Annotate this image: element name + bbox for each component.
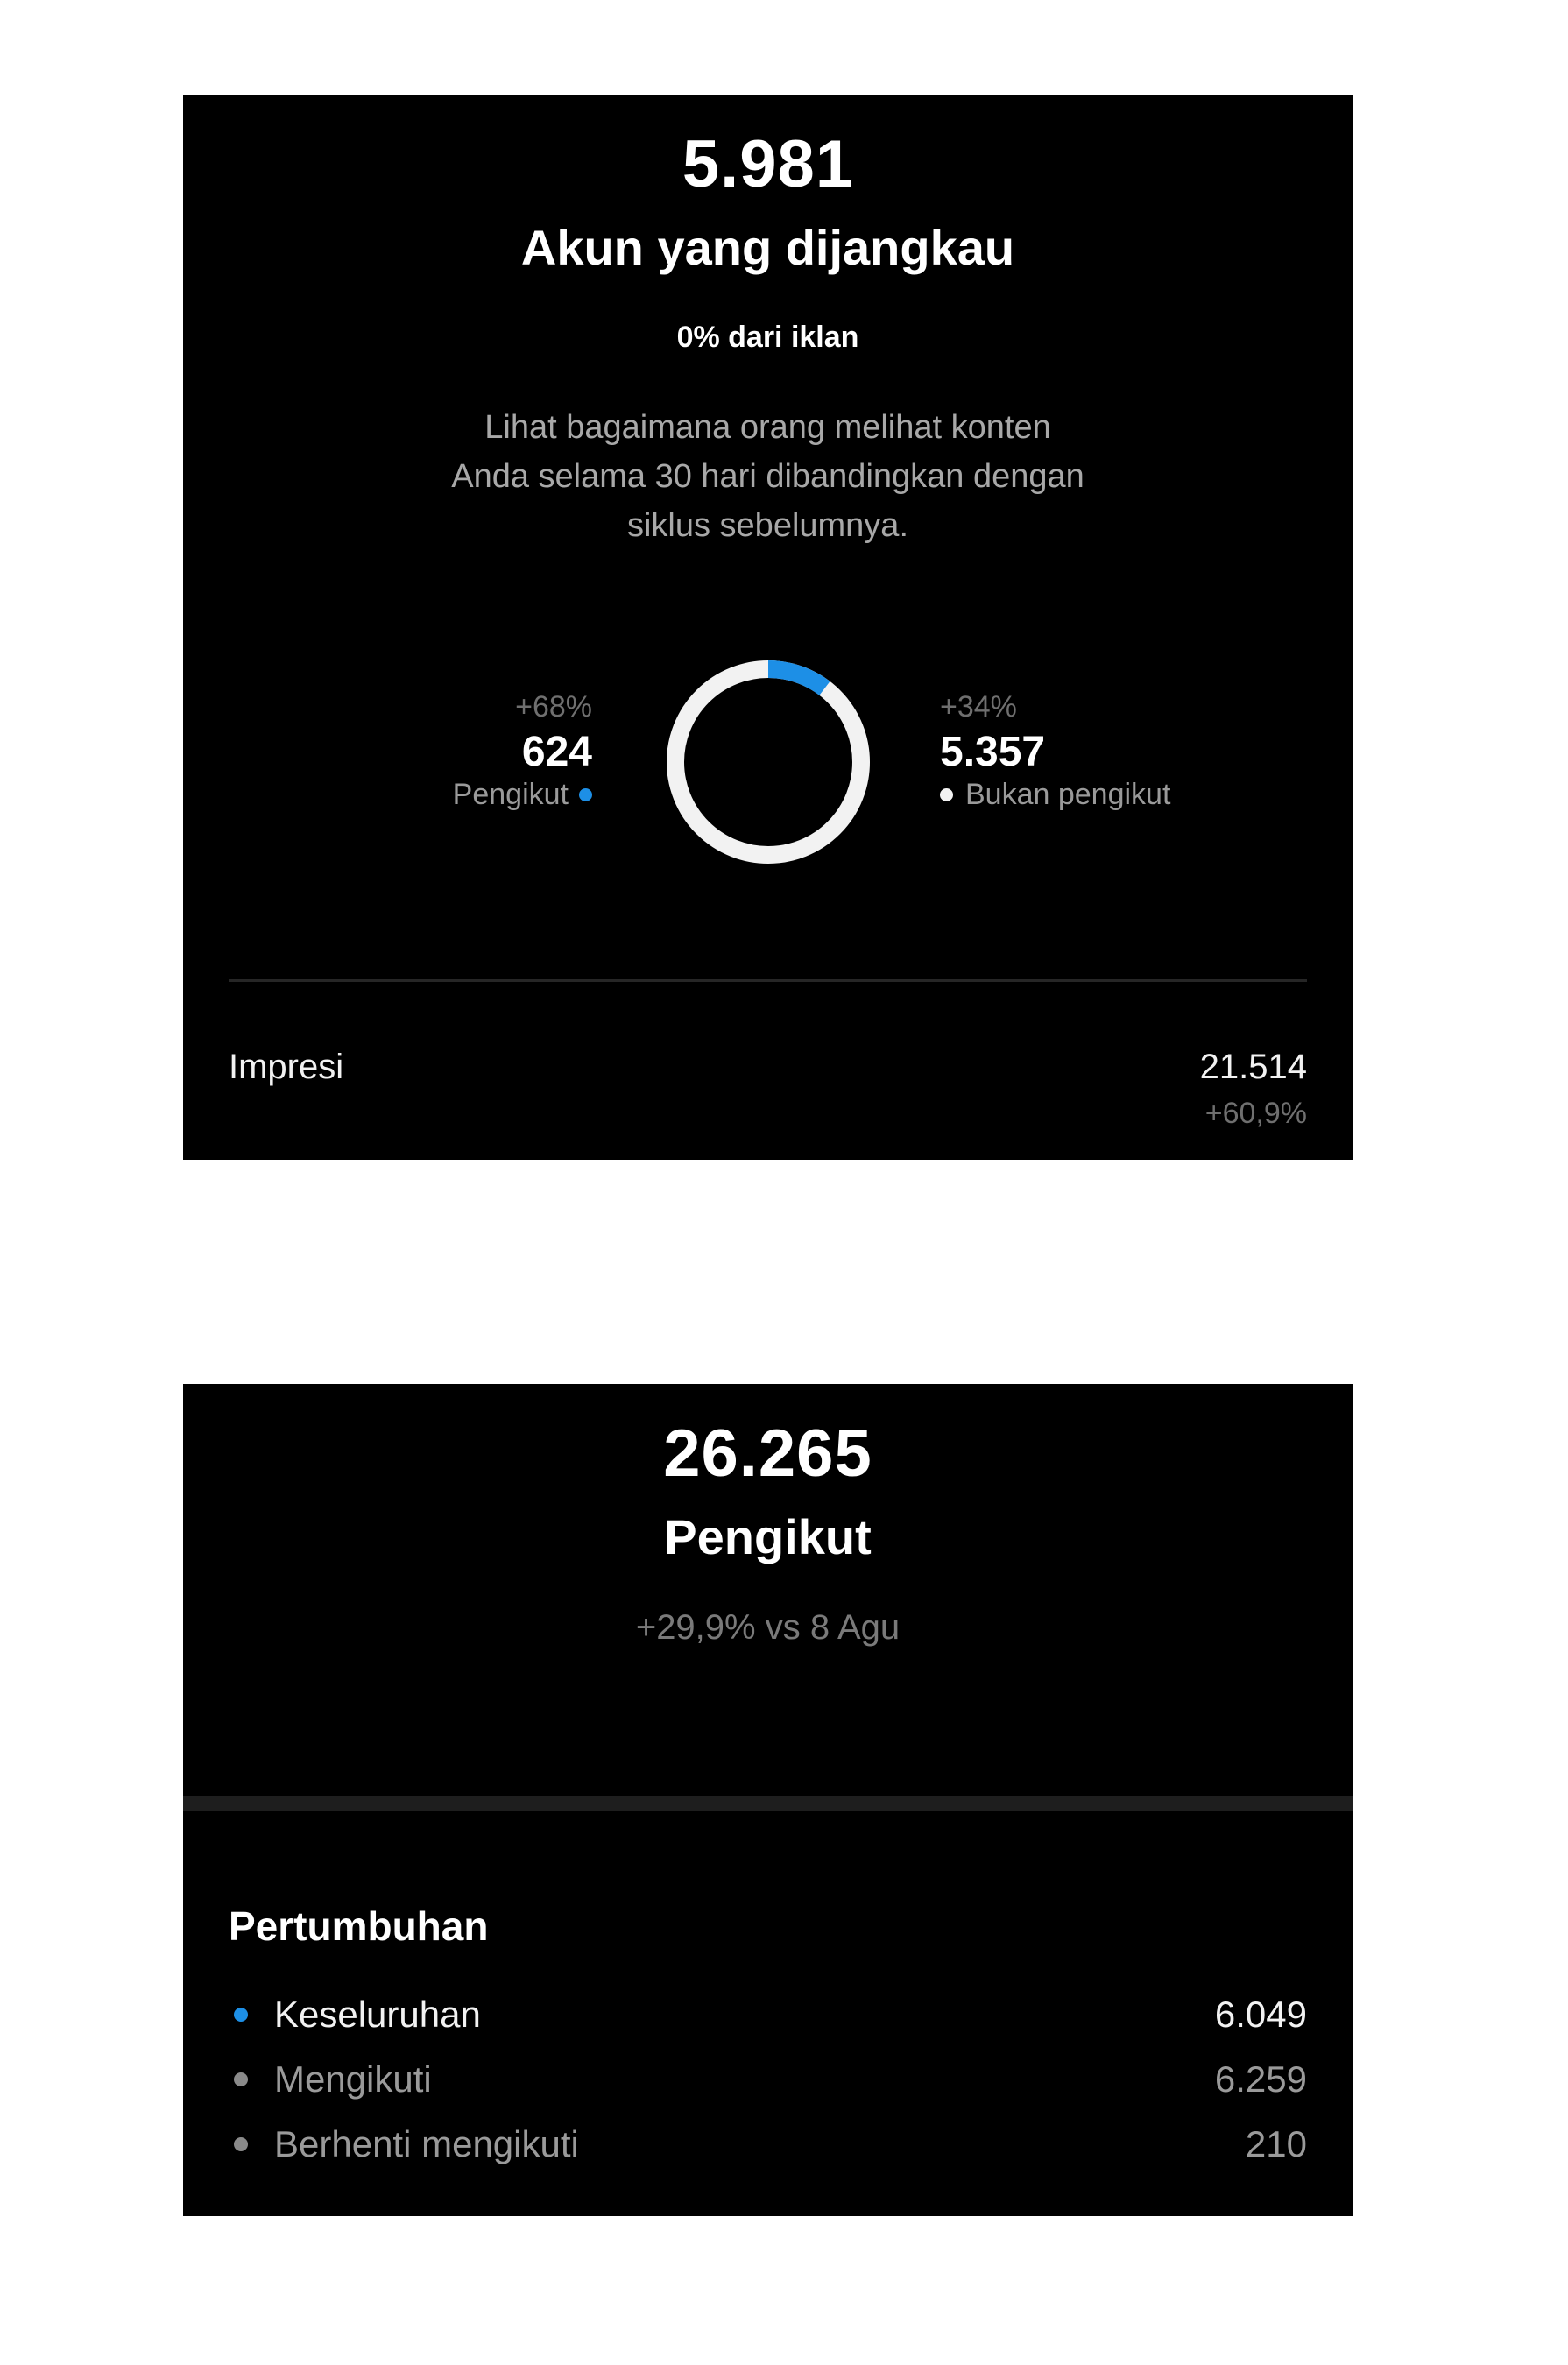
section-separator: [183, 1796, 1353, 1811]
followers-dot-icon: [579, 788, 592, 801]
section-divider: [229, 979, 1307, 982]
followers-legend: Pengikut: [453, 778, 592, 812]
growth-row-name: Mengikuti: [274, 2058, 432, 2100]
follows-dot-icon: [234, 2072, 248, 2086]
reach-title: Akun yang dijangkau: [520, 220, 1015, 275]
growth-row-overall: Keseluruhan 6.049: [229, 1990, 1307, 2039]
growth-row-value: 210: [1245, 2123, 1307, 2164]
growth-row-follows: Mengikuti 6.259: [229, 2055, 1307, 2104]
reach-total: 5.981: [682, 127, 854, 201]
non-followers-legend: Bukan pengikut: [940, 778, 1170, 812]
growth-row-value: 6.049: [1214, 1994, 1307, 2035]
non-followers-label: Bukan pengikut: [965, 778, 1171, 811]
growth-row-value: 6.259: [1214, 2058, 1307, 2100]
reach-donut-chart: [667, 660, 870, 864]
followers-total: 26.265: [663, 1416, 872, 1491]
followers-panel: 26.265 Pengikut +29,9% vs 8 Agu Pertumbu…: [183, 1384, 1353, 2216]
non-followers-value: 5.357: [940, 729, 1046, 775]
followers-stat: +68% 624 Pengikut: [453, 690, 592, 812]
reach-panel: 5.981 Akun yang dijangkau 0% dari iklan …: [183, 95, 1353, 1160]
growth-row-name: Berhenti mengikuti: [274, 2123, 579, 2164]
donut-non-followers-segment: [667, 660, 870, 864]
non-followers-stat: +34% 5.357 Bukan pengikut: [940, 690, 1170, 812]
followers-vs-line: +29,9% vs 8 Agu: [635, 1608, 901, 1647]
non-followers-dot-icon: [940, 788, 953, 801]
growth-row-name: Keseluruhan: [274, 1994, 481, 2035]
impressions-value: 21.514: [1199, 1048, 1307, 1086]
ads-percentage: 0% dari iklan: [676, 321, 859, 354]
followers-label: Pengikut: [452, 778, 569, 811]
impressions-label: Impresi: [229, 1048, 344, 1086]
unfollows-dot-icon: [234, 2137, 248, 2151]
followers-change: +68%: [515, 690, 592, 724]
reach-description: Lihat bagaimana orang melihat konten And…: [451, 409, 1084, 544]
impressions-change: +60,9%: [1204, 1097, 1307, 1130]
growth-row-unfollows: Berhenti mengikuti 210: [229, 2120, 1307, 2169]
followers-value: 624: [521, 729, 592, 775]
followers-title: Pengikut: [664, 1509, 872, 1564]
overall-dot-icon: [234, 2008, 248, 2022]
growth-title: Pertumbuhan: [229, 1903, 489, 1949]
non-followers-change: +34%: [940, 690, 1017, 724]
